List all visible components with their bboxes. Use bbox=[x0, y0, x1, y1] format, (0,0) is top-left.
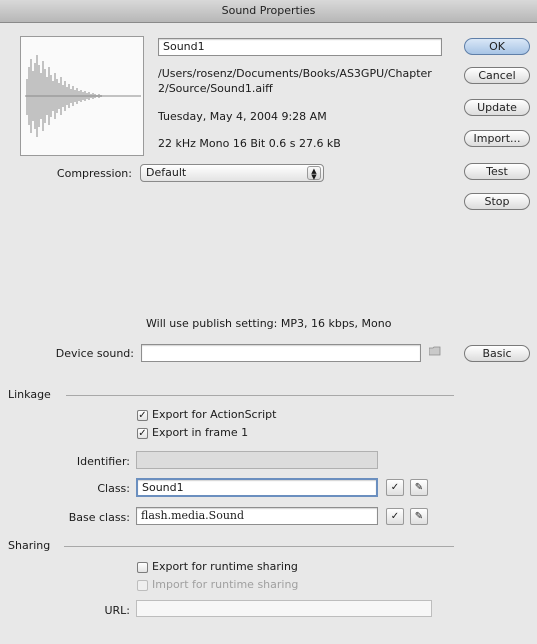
ok-button[interactable]: OK bbox=[464, 38, 530, 55]
waveform-graphic bbox=[25, 55, 141, 137]
export-actionscript-checkbox[interactable]: ✓ bbox=[137, 410, 148, 421]
window-title: Sound Properties bbox=[221, 4, 316, 17]
sharing-divider bbox=[64, 546, 454, 547]
test-button[interactable]: Test bbox=[464, 163, 530, 180]
compression-label: Compression: bbox=[56, 167, 132, 180]
base-class-edit-pencil-icon[interactable]: ✎ bbox=[410, 508, 428, 525]
sound-name-input[interactable]: Sound1 bbox=[158, 38, 442, 56]
export-actionscript-label: Export for ActionScript bbox=[152, 408, 277, 421]
compression-select-value: Default bbox=[146, 166, 187, 179]
sound-file-date: Tuesday, May 4, 2004 9:28 AM bbox=[158, 110, 327, 123]
sharing-heading: Sharing bbox=[8, 539, 51, 552]
base-class-input[interactable]: flash.media.Sound bbox=[136, 507, 378, 525]
edit-pencil-icon[interactable]: ✎ bbox=[410, 479, 428, 496]
base-class-check-icon[interactable]: ✓ bbox=[386, 508, 404, 525]
linkage-divider bbox=[66, 395, 454, 396]
sound-format-info: 22 kHz Mono 16 Bit 0.6 s 27.6 kB bbox=[158, 137, 341, 150]
select-arrows-icon: ▲ ▼ bbox=[307, 166, 321, 181]
identifier-input[interactable] bbox=[136, 451, 378, 469]
device-sound-input[interactable] bbox=[141, 344, 421, 362]
folder-icon[interactable] bbox=[428, 346, 441, 359]
check-icon[interactable]: ✓ bbox=[386, 479, 404, 496]
export-runtime-label: Export for runtime sharing bbox=[152, 560, 298, 573]
import-button[interactable]: Import... bbox=[464, 130, 530, 147]
basic-button[interactable]: Basic bbox=[464, 345, 530, 362]
cancel-button[interactable]: Cancel bbox=[464, 67, 530, 84]
compression-select[interactable]: Default ▲ ▼ bbox=[140, 164, 324, 182]
url-input[interactable] bbox=[136, 600, 432, 617]
sound-file-path: /Users/rosenz/Documents/Books/AS3GPU/Cha… bbox=[158, 67, 432, 95]
class-input[interactable]: Sound1 bbox=[136, 478, 378, 497]
publish-setting-note: Will use publish setting: MP3, 16 kbps, … bbox=[146, 317, 392, 330]
stop-button[interactable]: Stop bbox=[464, 193, 530, 210]
linkage-heading: Linkage bbox=[8, 388, 51, 401]
export-frame1-label: Export in frame 1 bbox=[152, 426, 249, 439]
waveform-preview bbox=[20, 36, 144, 156]
base-class-label: Base class: bbox=[68, 511, 130, 524]
window-title-bar: Sound Properties bbox=[0, 0, 537, 23]
url-label: URL: bbox=[104, 604, 130, 617]
device-sound-label: Device sound: bbox=[55, 347, 134, 360]
import-runtime-label: Import for runtime sharing bbox=[152, 578, 299, 591]
export-frame1-checkbox[interactable]: ✓ bbox=[137, 428, 148, 439]
import-runtime-checkbox[interactable] bbox=[137, 580, 148, 591]
update-button[interactable]: Update bbox=[464, 99, 530, 116]
identifier-label: Identifier: bbox=[76, 455, 130, 468]
class-label: Class: bbox=[97, 482, 130, 495]
export-runtime-checkbox[interactable] bbox=[137, 562, 148, 573]
